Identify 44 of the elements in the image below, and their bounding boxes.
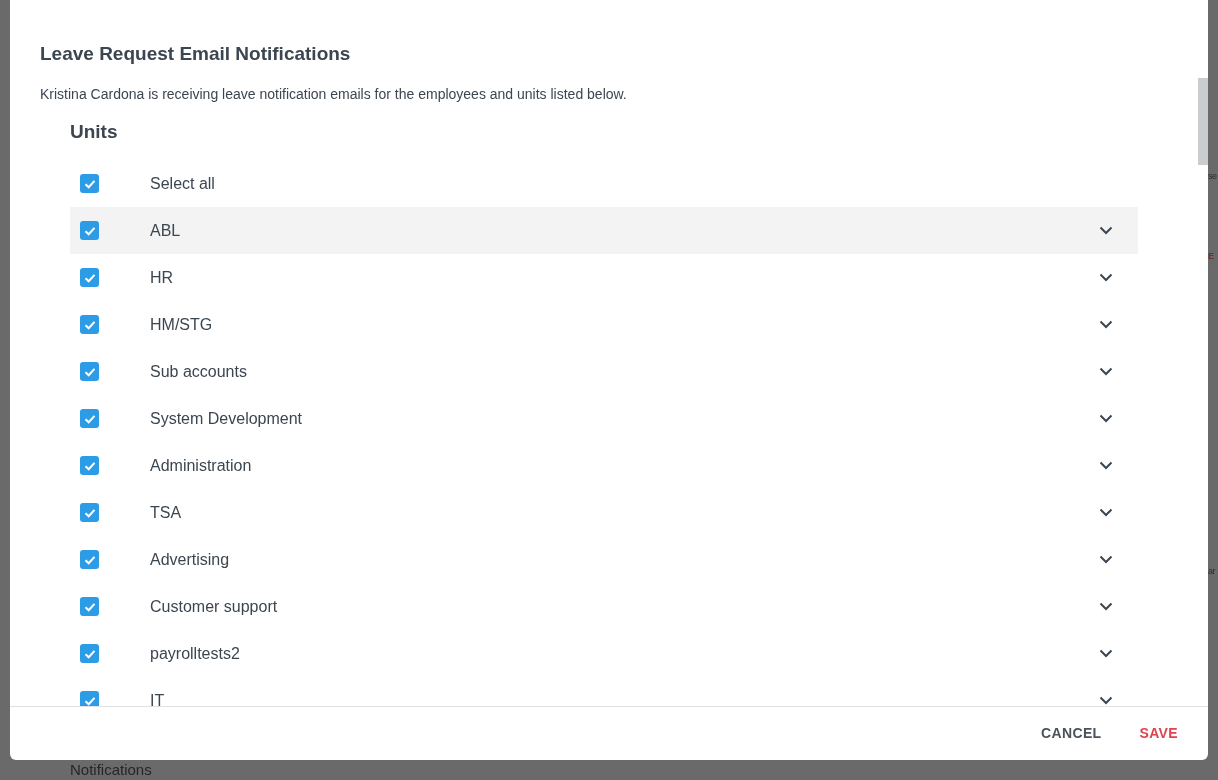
chevron-down-icon[interactable] <box>1099 602 1113 611</box>
checkbox[interactable] <box>80 550 99 569</box>
unit-label: System Development <box>150 408 304 429</box>
checkbox[interactable] <box>80 409 99 428</box>
unit-label: ABL <box>150 220 182 241</box>
checkbox[interactable] <box>80 503 99 522</box>
unit-label: Customer support <box>150 596 279 617</box>
unit-label: Advertising <box>150 549 231 570</box>
checkbox[interactable] <box>80 268 99 287</box>
save-button[interactable]: SAVE <box>1129 717 1188 750</box>
chevron-down-icon[interactable] <box>1099 461 1113 470</box>
chevron-down-icon[interactable] <box>1099 555 1113 564</box>
checkbox[interactable] <box>80 456 99 475</box>
chevron-down-icon[interactable] <box>1099 320 1113 329</box>
unit-label: payrolltests2 <box>150 643 241 664</box>
checkbox[interactable] <box>80 644 99 663</box>
chevron-down-icon[interactable] <box>1099 696 1113 705</box>
unit-label: Sub accounts <box>150 361 248 382</box>
scrollbar[interactable] <box>1198 78 1208 165</box>
unit-label: Administration <box>150 455 253 476</box>
checkbox[interactable] <box>80 221 99 240</box>
checkbox[interactable] <box>80 362 99 381</box>
chevron-down-icon[interactable] <box>1099 273 1113 282</box>
chevron-down-icon[interactable] <box>1099 414 1113 423</box>
chevron-down-icon[interactable] <box>1099 508 1113 517</box>
unit-label: HR <box>150 267 175 288</box>
checkbox[interactable] <box>80 597 99 616</box>
row-highlight[interactable]: ABL <box>70 207 1138 254</box>
background-text: E <box>1208 250 1214 262</box>
checkbox[interactable] <box>80 315 99 334</box>
unit-label: HM/STG <box>150 314 214 335</box>
checkbox[interactable] <box>80 691 99 706</box>
unit-label: IT <box>150 690 166 706</box>
unit-label: Select all <box>150 173 216 194</box>
chevron-down-icon[interactable] <box>1099 226 1113 235</box>
checkbox[interactable] <box>80 174 99 193</box>
chevron-down-icon[interactable] <box>1099 649 1113 658</box>
dialog-title: Leave Request Email Notifications <box>40 42 352 66</box>
chevron-down-icon[interactable] <box>1099 367 1113 376</box>
cancel-button[interactable]: CANCEL <box>1031 717 1112 750</box>
section-heading: Units <box>70 120 119 144</box>
dialog-description: Kristina Cardona is receiving leave notification emails for the employees and units listed below. <box>40 85 628 104</box>
unit-label: TSA <box>150 502 183 523</box>
background-heading: Notifications <box>70 761 152 779</box>
